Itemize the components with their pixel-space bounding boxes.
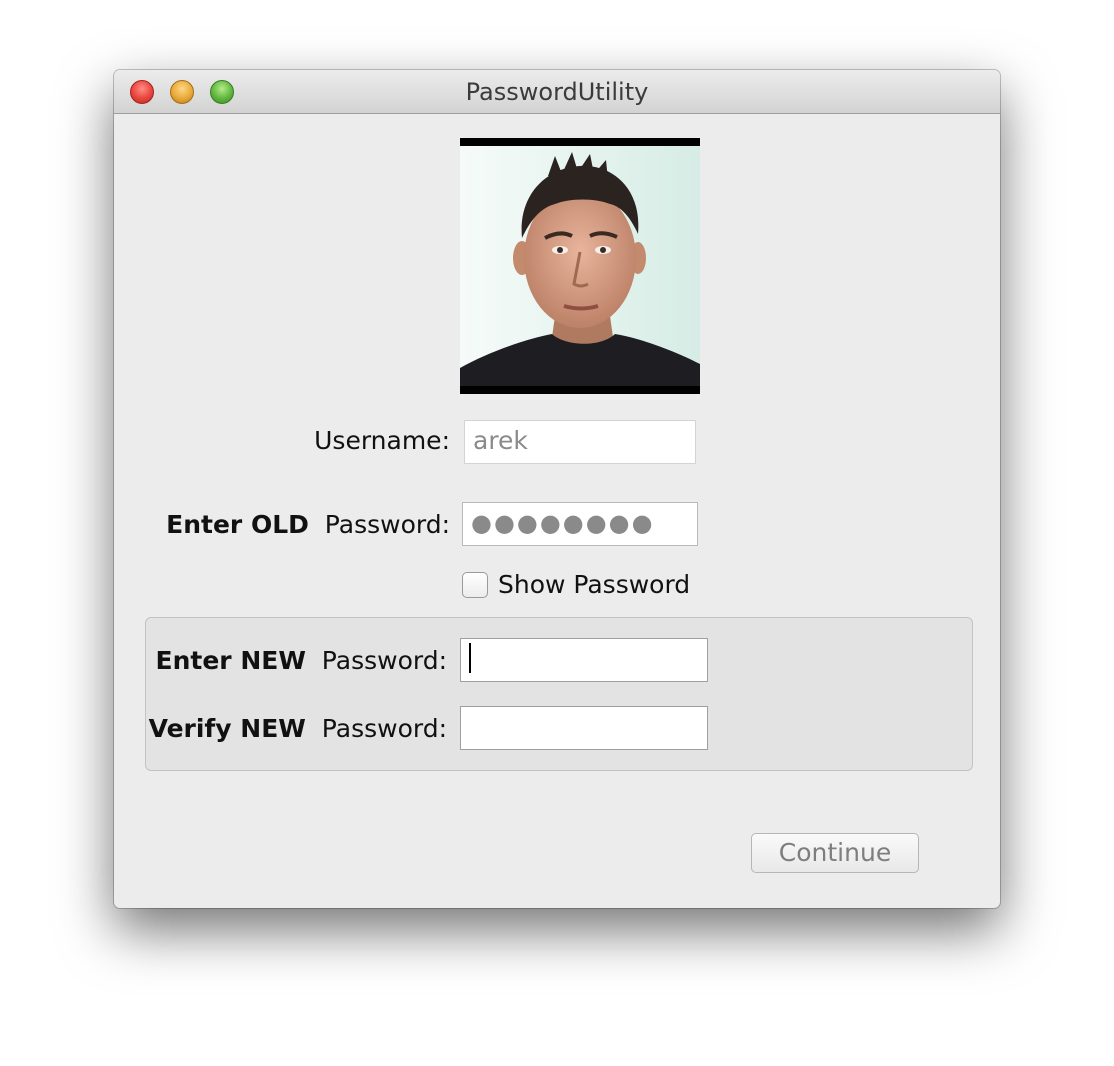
new-password-field[interactable] — [460, 638, 708, 682]
old-password-field[interactable]: ●●●●●●●● — [462, 502, 698, 546]
username-label: Username: — [314, 426, 450, 455]
old-password-value: ●●●●●●●● — [471, 509, 655, 537]
title-bar[interactable]: PasswordUtility — [114, 70, 1000, 114]
user-photo — [460, 138, 700, 394]
username-field: arek — [464, 420, 696, 464]
show-password-checkbox[interactable] — [462, 572, 488, 598]
user-portrait-icon — [460, 146, 700, 386]
password-utility-window: PasswordUtility Username: arek Enter OLD… — [114, 70, 1000, 908]
show-password-label[interactable]: Show Password — [498, 570, 690, 599]
verify-password-label: Verify NEW Password: — [148, 714, 447, 743]
username-value: arek — [473, 426, 528, 455]
text-cursor — [469, 643, 471, 673]
continue-button[interactable]: Continue — [751, 833, 919, 873]
new-password-label: Enter NEW Password: — [155, 646, 448, 675]
old-password-label: Enter OLD Password: — [166, 510, 450, 539]
window-title: PasswordUtility — [465, 78, 649, 106]
verify-password-field[interactable] — [460, 706, 708, 750]
